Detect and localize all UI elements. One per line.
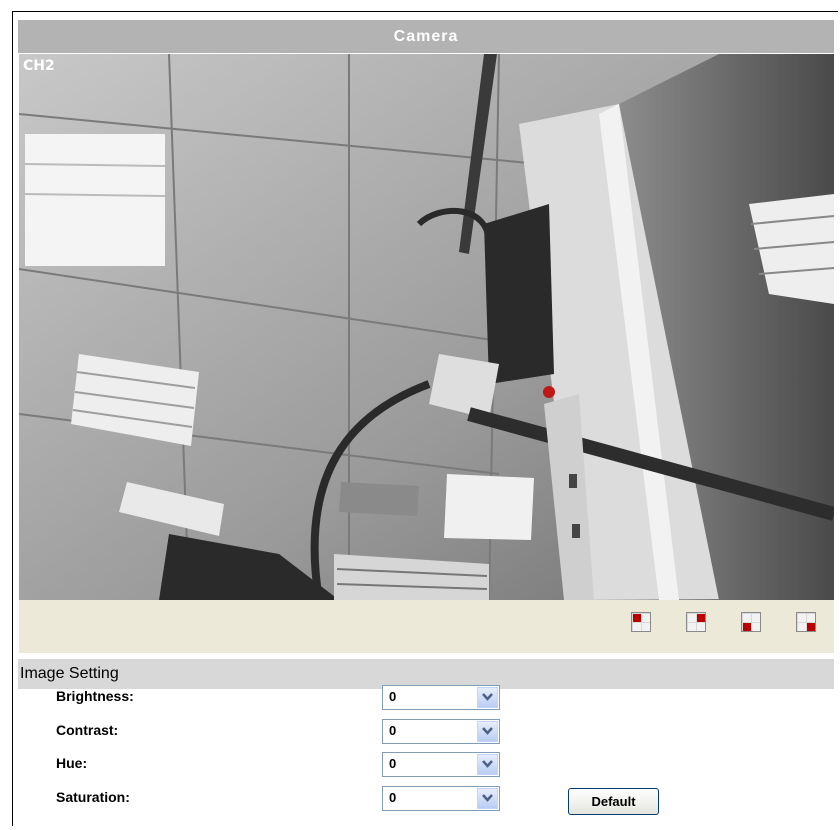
- layout-4-icon[interactable]: [796, 612, 816, 632]
- brightness-value: 0: [389, 689, 397, 704]
- chevron-down-icon: [477, 788, 498, 809]
- brightness-label: Brightness:: [56, 688, 134, 704]
- default-button[interactable]: Default: [568, 788, 659, 815]
- camera-video-feed[interactable]: CH2: [19, 54, 834, 600]
- contrast-select[interactable]: 0: [382, 719, 500, 744]
- chevron-down-icon: [477, 754, 498, 775]
- saturation-label: Saturation:: [56, 789, 130, 805]
- hue-label: Hue:: [56, 755, 88, 771]
- hue-value: 0: [389, 756, 397, 771]
- layout-3-icon[interactable]: [741, 612, 761, 632]
- saturation-value: 0: [389, 790, 397, 805]
- layout-1-icon[interactable]: [631, 612, 651, 632]
- contrast-value: 0: [389, 723, 397, 738]
- video-frame-image: [19, 54, 834, 600]
- layout-2-icon[interactable]: [686, 612, 706, 632]
- layout-controls: [19, 600, 834, 653]
- camera-panel: Camera CH2 Image Setting Brightness: 0 C…: [12, 11, 838, 826]
- chevron-down-icon: [477, 687, 498, 708]
- hue-select[interactable]: 0: [382, 752, 500, 777]
- page-title: Camera: [18, 20, 834, 53]
- contrast-label: Contrast:: [56, 722, 119, 738]
- chevron-down-icon: [477, 721, 498, 742]
- saturation-select[interactable]: 0: [382, 786, 500, 811]
- brightness-select[interactable]: 0: [382, 685, 500, 710]
- channel-label: CH2: [23, 58, 55, 74]
